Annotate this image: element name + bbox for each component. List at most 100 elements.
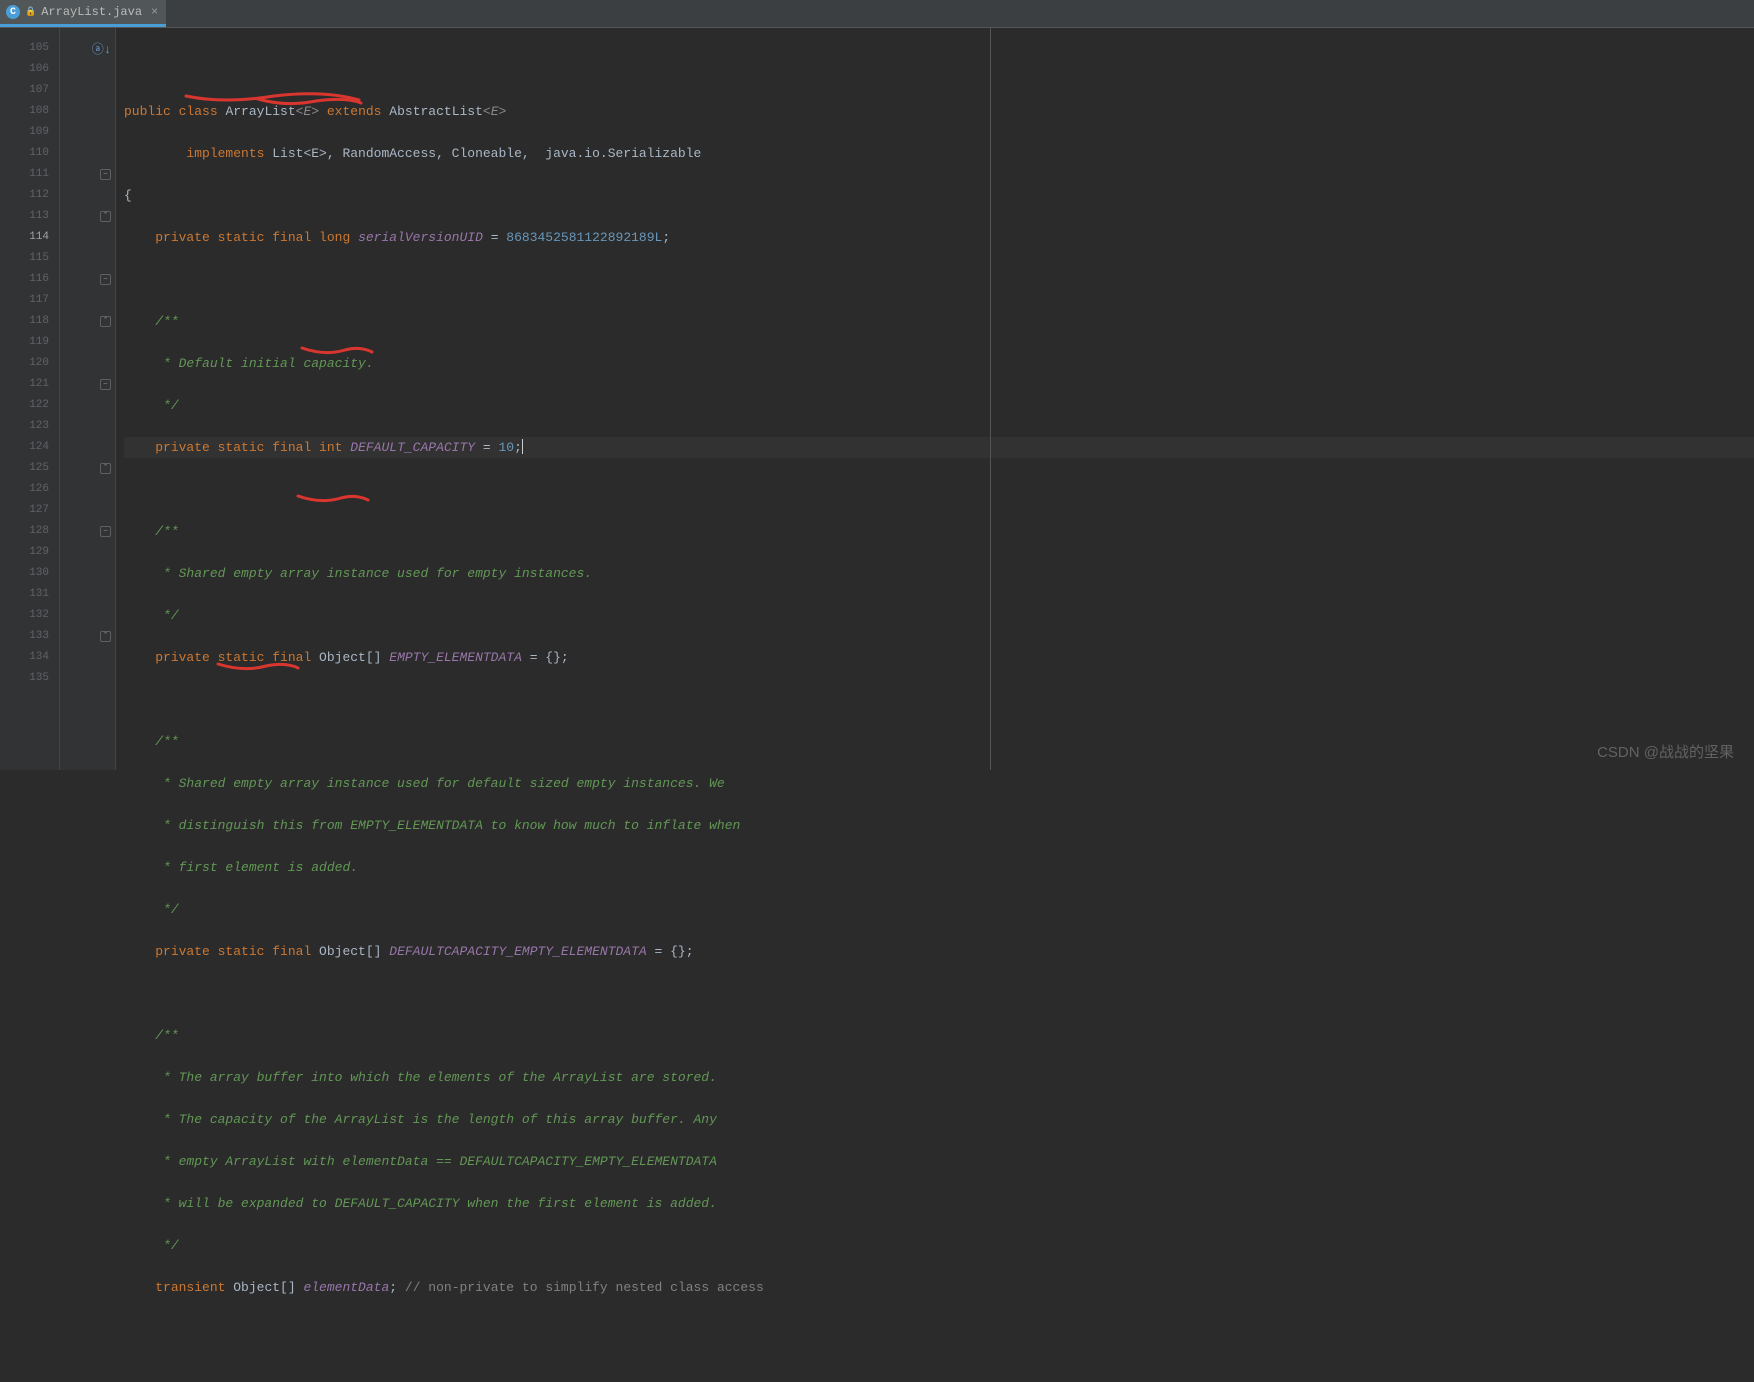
line-number: 117 [0, 290, 49, 311]
caret [522, 439, 523, 454]
fold-row [60, 563, 111, 584]
fold-close-icon[interactable]: ⌃ [100, 463, 111, 474]
line-number: 130 [0, 563, 49, 584]
line-number: 126 [0, 479, 49, 500]
fold-row [60, 80, 111, 101]
end: ; [389, 1280, 397, 1295]
fold-close-icon[interactable]: ⌃ [100, 316, 111, 327]
code-line: public class ArrayList<E> extends Abstra… [124, 101, 1754, 122]
fold-row [60, 143, 111, 164]
code-line: */ [124, 1235, 1754, 1256]
javadoc: */ [155, 398, 178, 413]
fold-row: ⌃ [60, 458, 111, 479]
code-line: transient Object[] elementData; // non-p… [124, 1277, 1754, 1298]
override-down-icon[interactable]: ⓐ↓ [92, 40, 111, 57]
javadoc: * Shared empty array instance used for d… [155, 776, 725, 791]
line-number: 113 [0, 206, 49, 227]
fold-row [60, 605, 111, 626]
keyword: implements [186, 146, 264, 161]
javadoc: * The capacity of the ArrayList is the l… [155, 1112, 717, 1127]
code-content[interactable]: public class ArrayList<E> extends Abstra… [116, 28, 1754, 770]
modifiers: private static final [155, 650, 319, 665]
fold-close-icon[interactable]: ⌃ [100, 631, 111, 642]
line-number: 133 [0, 626, 49, 647]
code-line: { [124, 185, 1754, 206]
code-line: * Default initial capacity. [124, 353, 1754, 374]
fold-row [60, 395, 111, 416]
code-line: private static final Object[] EMPTY_ELEM… [124, 647, 1754, 668]
end: = {}; [522, 650, 569, 665]
fold-row: − [60, 521, 111, 542]
code-line: * The array buffer into which the elemen… [124, 1067, 1754, 1088]
fold-open-icon[interactable]: − [100, 169, 111, 180]
fold-open-icon[interactable]: − [100, 526, 111, 537]
lock-icon: 🔒 [25, 7, 36, 17]
implements-list: List<E>, RandomAccess, Cloneable, java.i… [264, 146, 701, 161]
fold-row [60, 122, 111, 143]
line-number: 123 [0, 416, 49, 437]
number: 8683452581122892189L [506, 230, 662, 245]
fold-row [60, 416, 111, 437]
line-number: 124 [0, 437, 49, 458]
end: ; [514, 440, 522, 455]
line-number-gutter: 1051061071081091101111121131141151161171… [0, 28, 60, 770]
javadoc: * first element is added. [155, 860, 358, 875]
fold-row [60, 668, 111, 689]
javadoc: * Shared empty array instance used for e… [155, 566, 592, 581]
code-line: * empty ArrayList with elementData == DE… [124, 1151, 1754, 1172]
line-number: 109 [0, 122, 49, 143]
close-icon[interactable]: × [151, 5, 158, 19]
line-number: 120 [0, 353, 49, 374]
op: = [475, 440, 498, 455]
line-comment: // non-private to simplify nested class … [397, 1280, 764, 1295]
javadoc: * Default initial capacity. [155, 356, 373, 371]
code-line: */ [124, 899, 1754, 920]
fold-row: ⌃ [60, 626, 111, 647]
fold-open-icon[interactable]: − [100, 379, 111, 390]
javadoc: /** [155, 524, 178, 539]
keyword: transient [155, 1280, 233, 1295]
super: AbstractList [381, 104, 482, 119]
generic: <E> [296, 104, 319, 119]
fold-row: ⌃ [60, 311, 111, 332]
code-line: private static final int DEFAULT_CAPACIT… [124, 437, 1754, 458]
line-number: 108 [0, 101, 49, 122]
field: serialVersionUID [358, 230, 483, 245]
line-number: 114 [0, 227, 49, 248]
editor-area[interactable]: 1051061071081091101111121131141151161171… [0, 28, 1754, 770]
line-number: 131 [0, 584, 49, 605]
line-number: 122 [0, 395, 49, 416]
code-line: * will be expanded to DEFAULT_CAPACITY w… [124, 1193, 1754, 1214]
javadoc: /** [155, 1028, 178, 1043]
fold-row [60, 332, 111, 353]
type: Object[] [319, 650, 389, 665]
code-line [124, 479, 1754, 500]
file-tab[interactable]: C 🔒 ArrayList.java × [0, 0, 166, 27]
class-name: ArrayList [218, 104, 296, 119]
line-number: 105 [0, 38, 49, 59]
fold-row [60, 248, 111, 269]
fold-row [60, 59, 111, 80]
fold-close-icon[interactable]: ⌃ [100, 211, 111, 222]
code-line [124, 983, 1754, 1004]
code-line: /** [124, 1025, 1754, 1046]
code-line: private static final long serialVersionU… [124, 227, 1754, 248]
line-number: 121 [0, 374, 49, 395]
code-line: * first element is added. [124, 857, 1754, 878]
type: Object[] [319, 944, 389, 959]
line-number: 134 [0, 647, 49, 668]
code-line [124, 59, 1754, 80]
fold-row [60, 353, 111, 374]
modifiers: private static final [155, 944, 319, 959]
editor-splitter[interactable] [990, 28, 991, 770]
code-line: * Shared empty array instance used for e… [124, 563, 1754, 584]
fold-open-icon[interactable]: − [100, 274, 111, 285]
code-line [124, 269, 1754, 290]
fold-row [60, 647, 111, 668]
fold-row: ⓐ↓ [60, 38, 111, 59]
keyword: class [179, 104, 218, 119]
javadoc: /** [155, 314, 178, 329]
fold-row [60, 542, 111, 563]
line-number: 132 [0, 605, 49, 626]
brace: { [124, 188, 132, 203]
